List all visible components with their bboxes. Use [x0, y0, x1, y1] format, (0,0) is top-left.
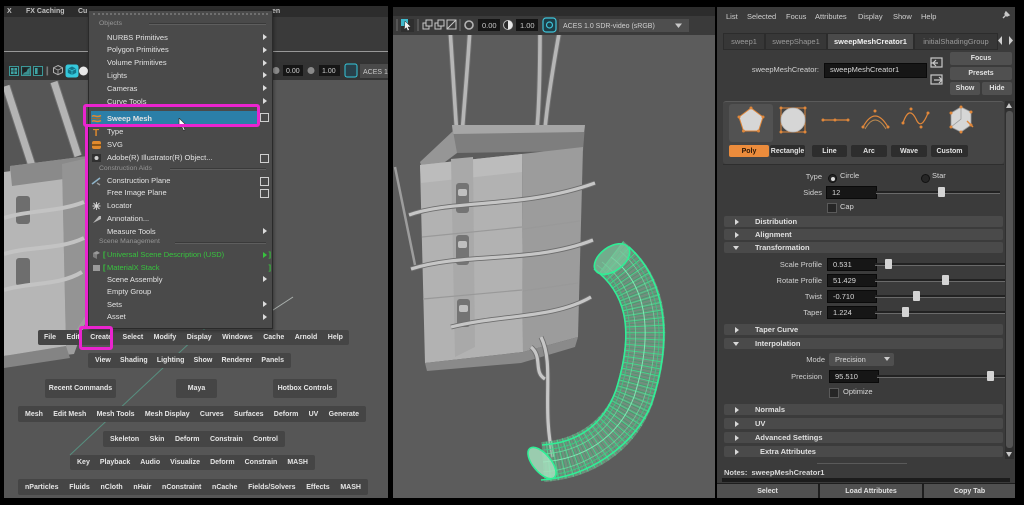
svg-text:ACES 1.0: ACES 1.0 — [363, 69, 388, 76]
svg-text:ACES 1.0 SDR-video (sRGB): ACES 1.0 SDR-video (sRGB) — [563, 23, 655, 30]
svg-text:0.00: 0.00 — [482, 21, 497, 30]
svg-text:1.00: 1.00 — [322, 68, 336, 75]
svg-text:0.00: 0.00 — [286, 68, 300, 75]
svg-text:1.00: 1.00 — [520, 21, 535, 30]
svg-text:T: T — [93, 128, 99, 137]
